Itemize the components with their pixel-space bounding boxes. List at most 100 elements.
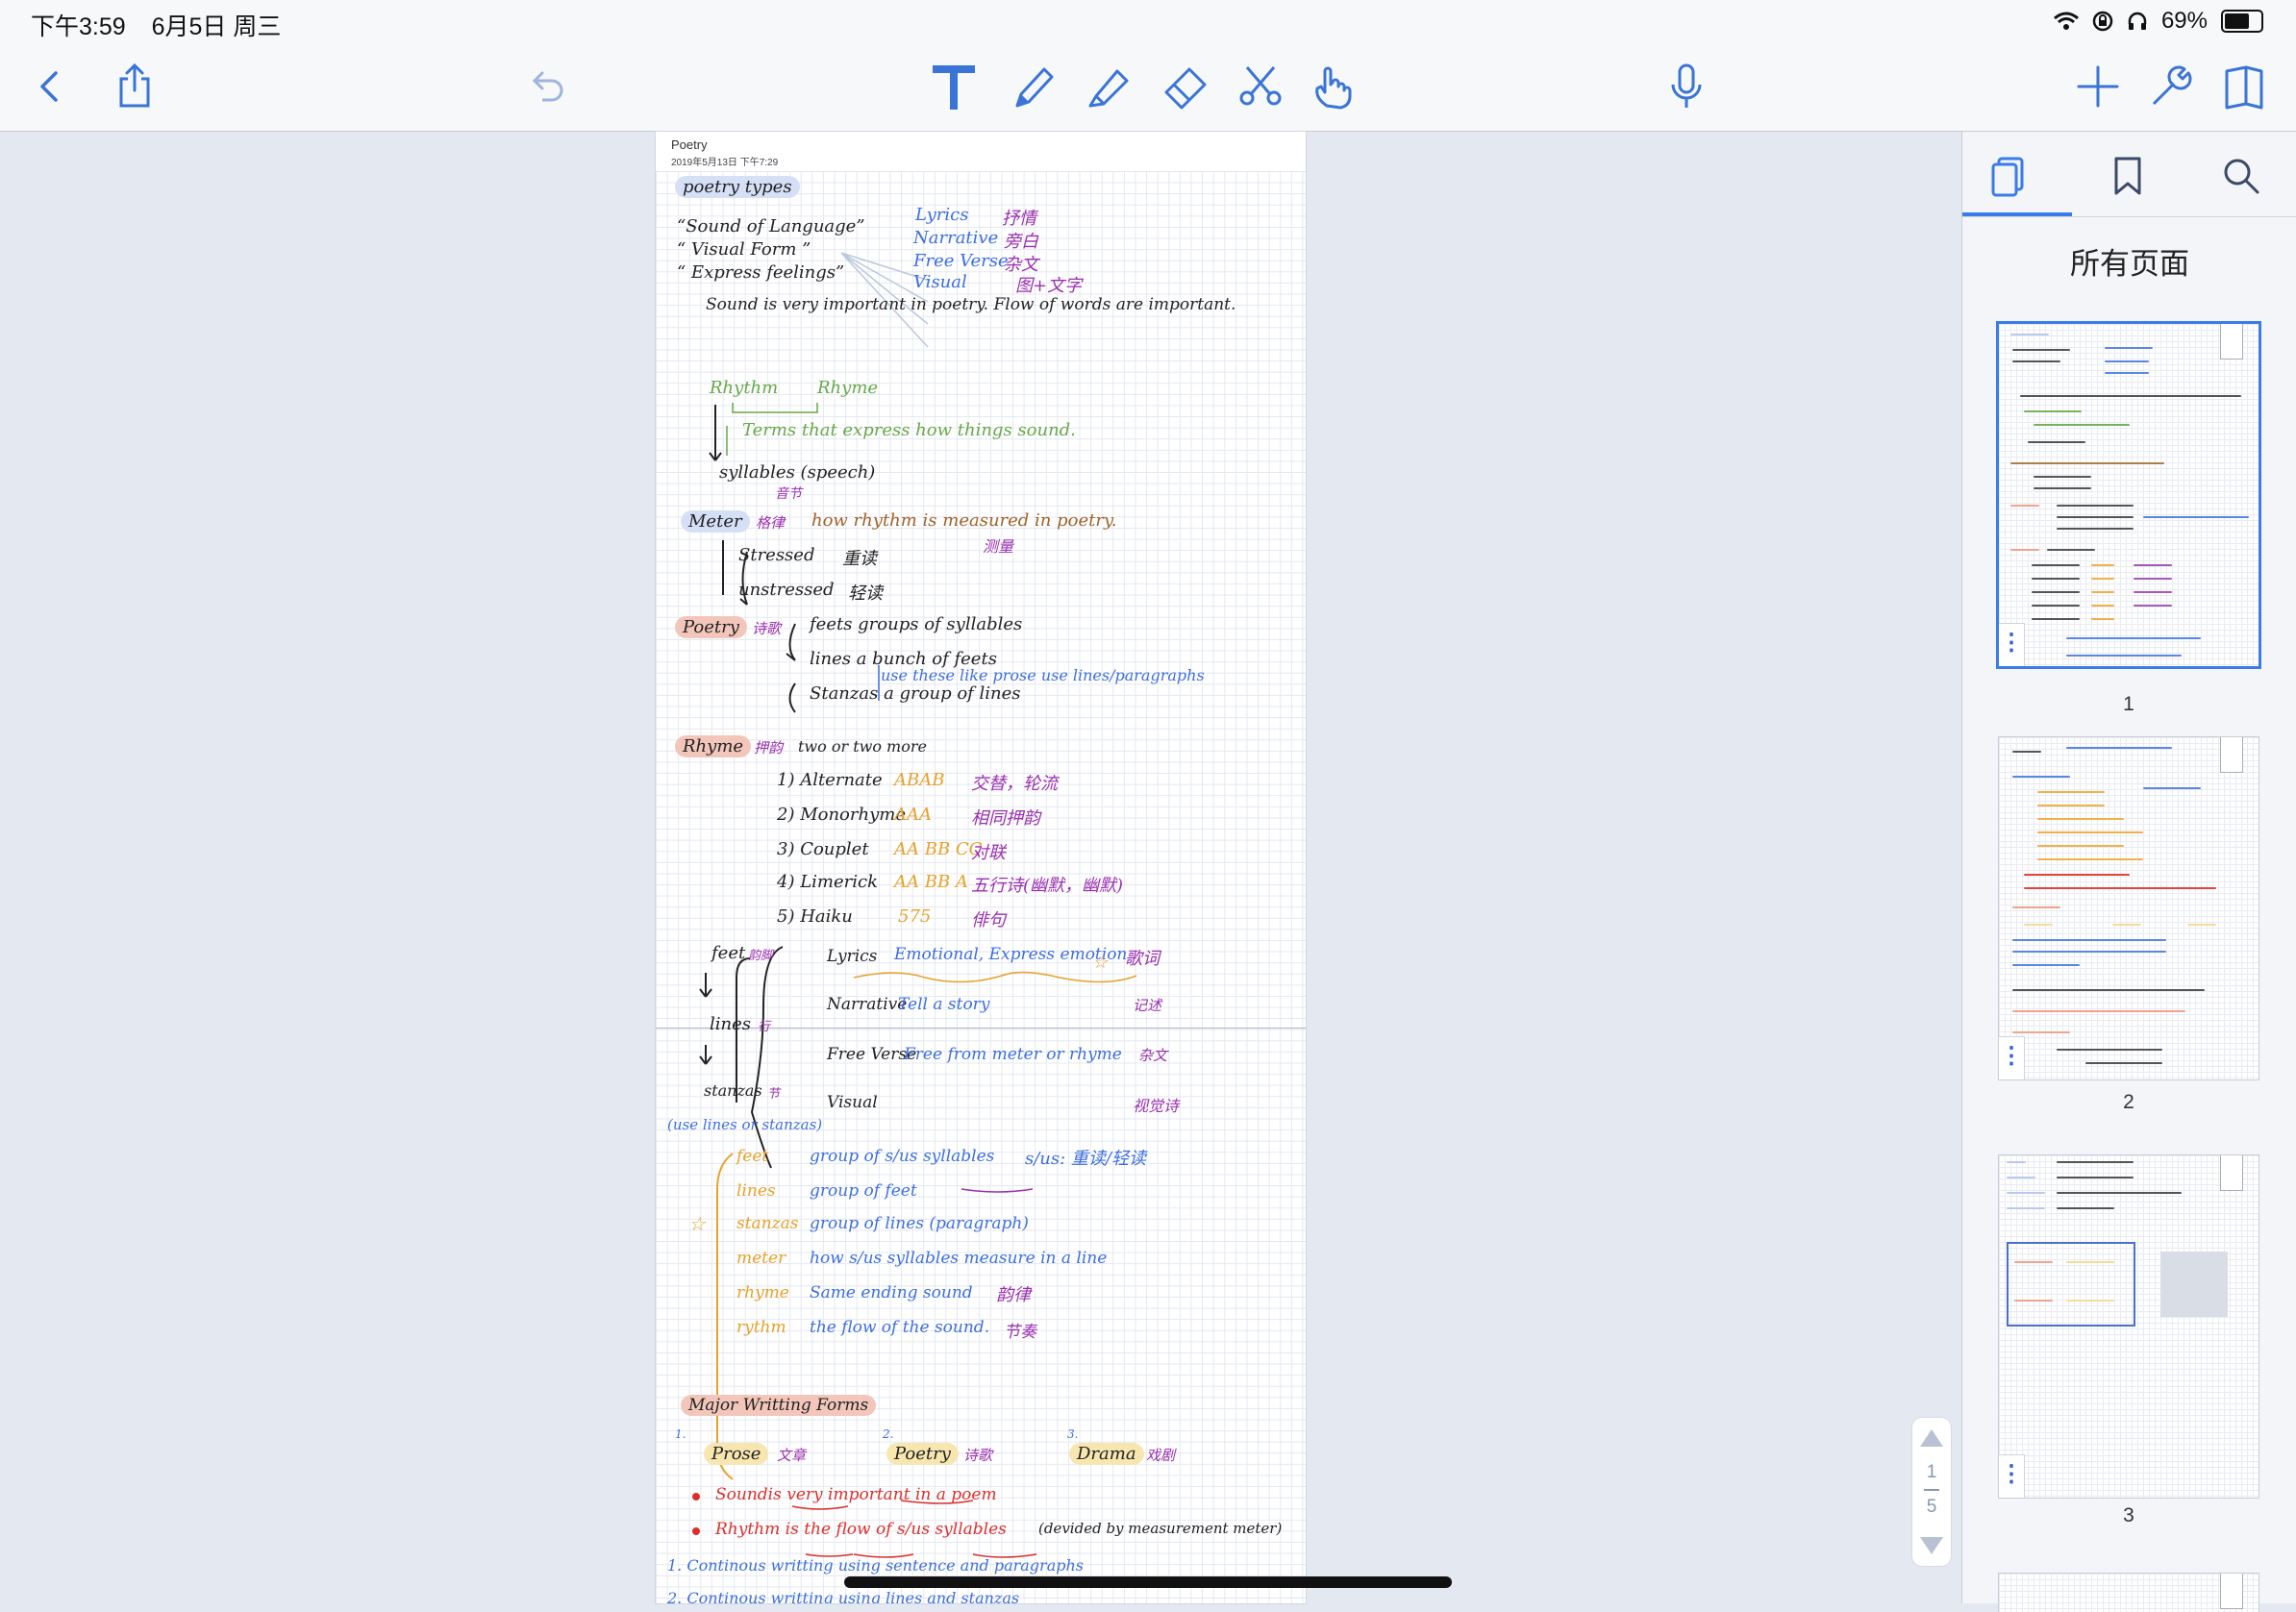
thumbnail-more-icon[interactable]: ⋮ [1999,1036,2025,1079]
form-free-verse-desc: Free from meter or rhyme [904,1045,1122,1064]
term-rythm: rythm [736,1318,786,1337]
tab-bookmarks[interactable] [2101,149,2155,203]
rhyme-type-haiku: 5) Haiku [777,906,853,927]
toolbar [0,44,2296,132]
note-feet: feet [711,943,746,963]
note-feets-groups: feets groups of syllables [810,614,1023,634]
pages-icon [1991,157,2024,197]
note-sound-of-language: “Sound of Language” [677,216,865,236]
notebook-page[interactable]: Poetry 2019年5月13日 下午7:29 poetry types “S… [656,132,1306,1603]
note-syllables-cn: 音节 [775,486,802,502]
settings-button[interactable] [2142,58,2200,115]
note-stanzas-group: Stanzas a group of lines [810,683,1021,704]
text-tool-icon [933,65,975,110]
note-how-rhythm: how rhythm is measured in poetry. [811,510,1117,531]
form-poetry: Poetry [886,1443,959,1465]
page-thumbnail-4[interactable] [1999,1574,2259,1612]
note-narrative-cn: 旁白 [1004,232,1038,252]
tab-all-pages[interactable] [1982,149,2035,203]
pages-view-icon [2225,65,2263,110]
form-poetry-cn: 诗歌 [963,1447,993,1464]
microphone-icon [1671,63,1702,108]
rhyme-scheme-alternate: ABAB [894,770,945,790]
heading-major-writing-forms: Major Writting Forms [681,1395,877,1416]
page-number-2: 2 [2123,1091,2134,1113]
search-icon [2224,159,2259,194]
rhyme-cn-couplet: 对联 [971,843,1006,863]
star-mark-2: ☆ [688,1212,706,1235]
note-visual: Visual [913,272,967,292]
term-meter: meter [736,1249,786,1268]
scroll-up-icon[interactable] [1920,1429,1943,1447]
status-time: 下午3:59 [31,13,126,40]
note-rhyme-cn: 押韵 [754,739,784,756]
note-visual-form: “ Visual Form ” [677,239,811,260]
note-stressed-cn: 重读 [842,549,877,569]
note-meter-cn: 格律 [756,514,786,532]
note-connectors [692,252,1137,1558]
text-tool-button[interactable] [925,58,983,115]
note-lyrics-cn: 抒情 [1002,209,1036,229]
scroll-down-icon[interactable] [1920,1537,1943,1554]
wrench-icon [2152,65,2192,106]
thumbnail-more-icon[interactable]: ⋮ [1999,1454,2025,1498]
form-lyrics: Lyrics [827,947,878,966]
heading-poetry: Poetry [675,616,747,638]
page-number-1: 1 [2123,693,2134,715]
pen-tool-button[interactable] [1004,58,1061,115]
rhyme-scheme-haiku: 575 [898,906,932,927]
share-button[interactable] [106,58,163,115]
hand-pointer-icon [1315,66,1352,110]
sidebar-tabs [1962,132,2296,217]
note-use-these: use these like prose use lines/paragraph… [881,666,1205,684]
highlighter-tool-icon [1088,69,1129,108]
note-stanzas-cn: 节 [767,1087,781,1102]
form-lyrics-cn: 歌词 [1125,949,1160,969]
note-express-feelings: “ Express feelings” [677,262,845,283]
term-lines-def: group of feet [810,1181,917,1201]
microphone-button[interactable] [1658,58,1715,115]
back-button[interactable] [21,58,79,115]
add-page-button[interactable] [2069,58,2127,115]
back-icon [40,71,58,102]
tab-search[interactable] [2214,149,2268,203]
rhyme-cn-alternate: 交替，轮流 [971,774,1058,794]
form-narrative-cn: 记述 [1133,997,1162,1014]
note-visual-cn: 图+文字 [1015,276,1083,296]
note-s-us: s/us: 重读/轻读 [1025,1149,1146,1169]
headphones-icon [2128,12,2147,30]
undo-button[interactable] [517,58,575,115]
form-index-1: 1. [675,1427,686,1441]
page-thumbnail-1[interactable]: ⋮ [1999,324,2259,666]
note-rhythm: Rhythm [710,378,779,398]
term-rhyme-def: Same ending sound [810,1283,973,1302]
note-stressed: Stressed [738,545,815,565]
rhyme-type-limerick: 4) Limerick [777,872,878,892]
note-lines-cn: 行 [758,1020,771,1034]
page-thumbnail-2[interactable]: ⋮ [1999,737,2259,1079]
rhyme-scheme-couplet: AA BB CC [894,839,983,859]
battery-icon [2221,10,2263,33]
rhyme-scheme-limerick: AA BB A [894,872,968,892]
term-rythm-def: the flow of the sound. [810,1318,990,1337]
form-prose-def: 1. Continous writting using sentence and… [667,1556,1084,1575]
share-icon [119,62,150,108]
note-lyrics: Lyrics [915,205,969,225]
form-prose: Prose [704,1443,769,1465]
bullet-rhythm-flow: Rhythm is the flow of s/us syllables [715,1520,1007,1539]
star-mark: ☆ [1092,953,1109,973]
lasso-scissors-icon [1239,66,1282,106]
lasso-tool-button[interactable] [1232,58,1289,115]
form-drama: Drama [1069,1443,1144,1465]
hand-tool-button[interactable] [1304,58,1361,115]
highlighter-tool-button[interactable] [1079,58,1136,115]
eraser-tool-button[interactable] [1157,58,1214,115]
note-use-lines-stanzas: (use lines or stanzas) [667,1116,823,1133]
pages-view-button[interactable] [2215,58,2273,115]
thumbnail-more-icon[interactable]: ⋮ [1999,623,2025,666]
wifi-icon [2053,12,2079,30]
page-scroll-indicator[interactable]: 1 5 [1912,1418,1951,1566]
page-thumbnail-3[interactable]: ⋮ [1999,1155,2259,1498]
rhyme-cn-limerick: 五行诗(幽默，幽默) [971,876,1124,896]
battery-percent: 69% [2160,8,2208,34]
